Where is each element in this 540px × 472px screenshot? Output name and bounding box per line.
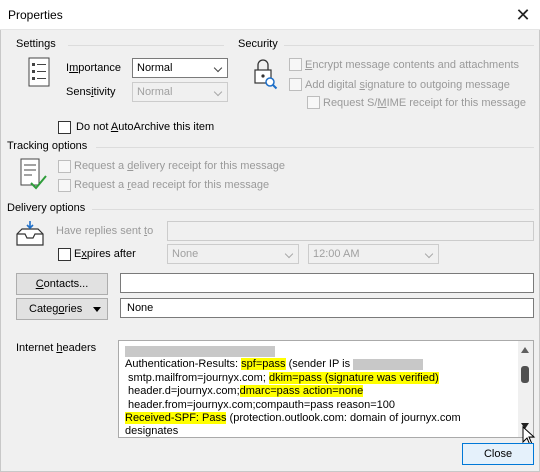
window-title: Properties	[8, 8, 63, 22]
expires-time-select[interactable]: 12:00 AM	[308, 244, 439, 264]
contacts-button[interactable]: Contacts...	[16, 273, 108, 295]
close-button[interactable]: Close	[462, 443, 534, 465]
expires-time-value: 12:00 AM	[313, 248, 360, 260]
expires-date-picker[interactable]: None	[167, 244, 299, 264]
close-window-button[interactable]: ✕	[510, 3, 536, 27]
lock-search-icon	[252, 58, 278, 90]
headers-text: Authentication-Results: spf=pass (sender…	[125, 345, 515, 437]
delivery-receipt-checkbox[interactable]	[58, 160, 71, 173]
read-receipt-label: Request a read receipt for this message	[74, 179, 270, 191]
title-bar: Properties ✕	[0, 0, 540, 30]
internet-headers-label: Internet headers	[16, 342, 97, 354]
security-divider	[284, 45, 534, 46]
expires-label: Expires after	[74, 248, 136, 260]
delivery-receipt-label: Request a delivery receipt for this mess…	[74, 160, 285, 172]
security-heading: Security	[238, 38, 278, 50]
signature-label: Add digital signature to outgoing messag…	[305, 79, 510, 91]
contacts-input[interactable]	[120, 273, 534, 293]
categories-input[interactable]: None	[120, 298, 534, 318]
headers-scrollbar[interactable]	[518, 341, 533, 437]
expires-checkbox[interactable]	[58, 248, 71, 261]
tracking-heading: Tracking options	[7, 140, 88, 152]
read-receipt-checkbox[interactable]	[58, 179, 71, 192]
importance-value: Normal	[137, 62, 173, 74]
autoarchive-label: Do not AutoArchive this item	[76, 121, 215, 133]
tracking-divider	[96, 147, 534, 148]
redacted-block	[353, 359, 424, 370]
smime-checkbox[interactable]	[307, 96, 320, 109]
internet-headers-textarea[interactable]: Authentication-Results: spf=pass (sender…	[118, 340, 534, 438]
chevron-down-icon	[282, 245, 298, 263]
sensitivity-label: Sensitivity	[66, 86, 116, 98]
delivery-heading: Delivery options	[7, 202, 86, 214]
importance-label: Importance	[66, 62, 122, 74]
sensitivity-value: Normal	[137, 86, 173, 98]
redacted-block	[125, 345, 275, 357]
inbox-tray-icon	[14, 220, 46, 248]
chevron-down-icon	[211, 83, 227, 101]
have-replies-input[interactable]	[167, 221, 534, 241]
categories-button[interactable]: Categories	[16, 298, 108, 320]
chevron-down-icon	[211, 59, 227, 77]
delivery-divider	[92, 209, 534, 210]
settings-heading: Settings	[16, 38, 56, 50]
scrollbar-thumb[interactable]	[521, 366, 529, 383]
chevron-down-icon	[422, 245, 438, 263]
tracking-checklist-icon	[20, 158, 48, 192]
caret-down-icon	[93, 307, 101, 312]
encrypt-label: Encrypt message contents and attachments	[305, 59, 520, 71]
have-replies-label: Have replies sent to	[56, 225, 154, 237]
settings-list-icon	[28, 57, 52, 87]
autoarchive-checkbox[interactable]	[58, 121, 71, 134]
settings-divider	[68, 45, 224, 46]
expires-date-value: None	[172, 248, 199, 260]
sensitivity-select[interactable]: Normal	[132, 82, 228, 102]
scroll-up-arrow-icon[interactable]	[521, 347, 529, 353]
importance-select[interactable]: Normal	[132, 58, 228, 78]
smime-label: Request S/MIME receipt for this message	[323, 97, 526, 109]
encrypt-checkbox[interactable]	[289, 58, 302, 71]
signature-checkbox[interactable]	[289, 78, 302, 91]
